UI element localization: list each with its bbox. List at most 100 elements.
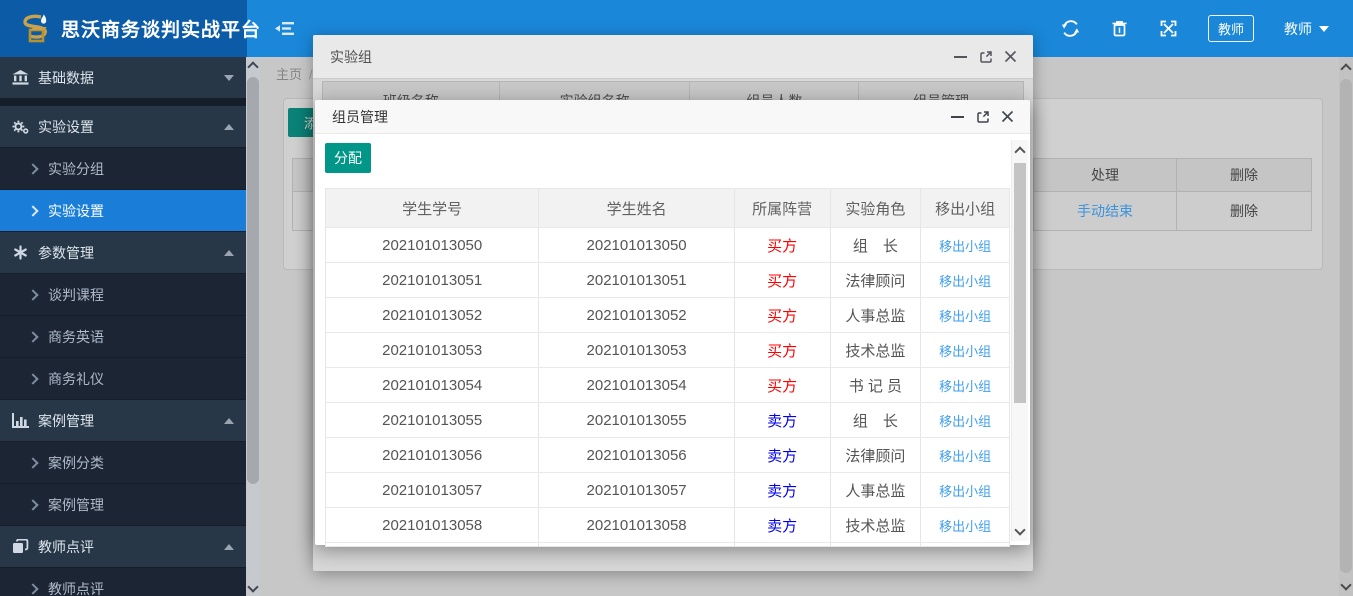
scroll-up-arrow[interactable] [1012, 142, 1028, 158]
sidebar-item-实验设置[interactable]: 实验设置 [0, 190, 246, 232]
chevron-down-icon [224, 75, 234, 81]
sidebar-item-谈判课程[interactable]: 谈判课程 [0, 274, 246, 316]
scroll-up-arrow[interactable] [246, 57, 260, 73]
student-name-cell: 202101013055 [538, 403, 733, 437]
sidebar-section-label: 实验设置 [38, 117, 94, 137]
sidebar-section-实验设置[interactable]: 实验设置 [0, 106, 246, 148]
column-header-5: 移出小组 [920, 189, 1009, 227]
sidebar-section-label: 参数管理 [38, 243, 94, 263]
student-name-cell: 202101013056 [538, 438, 733, 472]
user-dropdown[interactable]: 教师 [1284, 19, 1329, 39]
remove-from-group-link[interactable]: 移出小组 [939, 376, 991, 395]
remove-action-cell: 移出小组 [920, 228, 1009, 262]
remove-from-group-link[interactable]: 移出小组 [939, 271, 991, 290]
sidebar-section-label: 基础数据 [38, 68, 94, 88]
sidebar-item-教师点评[interactable]: 教师点评 [0, 568, 246, 596]
sidebar-section-基础数据[interactable]: 基础数据 [0, 57, 246, 99]
minimize-icon[interactable] [953, 49, 968, 64]
table-row: 202101013051202101013051买方法律顾问移出小组 [326, 262, 1009, 297]
sidebar-item-商务英语[interactable]: 商务英语 [0, 316, 246, 358]
role-badge[interactable]: 教师 [1208, 15, 1254, 42]
role-cell: 书 记 员 [830, 368, 921, 402]
sidebar-item-实验分组[interactable]: 实验分组 [0, 148, 246, 190]
scroll-up-arrow[interactable] [1339, 59, 1353, 75]
sidebar-item-商务礼仪[interactable]: 商务礼仪 [0, 358, 246, 400]
app-window: 思沃商务谈判实战平台 [0, 0, 1353, 596]
brand-logo-icon [17, 11, 53, 47]
page-scrollbar[interactable] [1339, 57, 1353, 596]
remove-action-cell: 移出小组 [920, 403, 1009, 437]
student-name-cell: 202101013054 [538, 368, 733, 402]
close-icon[interactable] [1000, 109, 1015, 124]
remove-from-group-link[interactable]: 移出小组 [939, 446, 991, 465]
camp-cell: 买方 [734, 333, 830, 367]
student-id-cell: 202101013054 [326, 368, 538, 402]
remove-from-group-link[interactable]: 移出小组 [939, 306, 991, 325]
camp-cell: 买方 [734, 228, 830, 262]
sidebar-section-教师点评[interactable]: 教师点评 [0, 526, 246, 568]
topbar-actions: 教师 教师 [1061, 0, 1329, 57]
scroll-down-arrow[interactable] [1012, 523, 1028, 539]
breadcrumb-home[interactable]: 主页 [276, 67, 302, 82]
scrollbar-thumb[interactable] [1340, 79, 1352, 573]
remove-from-group-link[interactable]: 移出小组 [939, 516, 991, 535]
remove-from-group-link[interactable]: 移出小组 [939, 236, 991, 255]
manual-end-link[interactable]: 手动结束 [1077, 201, 1133, 221]
chevron-right-icon [27, 373, 38, 384]
chevron-up-icon [224, 418, 234, 424]
chevron-right-icon [27, 289, 38, 300]
remove-from-group-link[interactable]: 移出小组 [939, 481, 991, 500]
chevron-up-icon [224, 250, 234, 256]
table-row: 202101013056202101013056卖方法律顾问移出小组 [326, 437, 1009, 472]
student-name-cell: 202101013051 [538, 263, 733, 297]
column-header-3: 所属阵营 [734, 189, 830, 227]
student-id-cell: 202101013050 [326, 228, 538, 262]
window-controls [950, 100, 1015, 133]
minimize-icon[interactable] [950, 109, 965, 124]
sidebar-scrollbar[interactable] [246, 57, 260, 596]
sidebar-item-label: 商务礼仪 [48, 369, 104, 389]
table-row: 202101013055202101013055卖方组 长移出小组 [326, 402, 1009, 437]
bank-icon [12, 70, 29, 85]
table-row: 202101013052202101013052买方人事总监移出小组 [326, 297, 1009, 332]
modal-scrollbar[interactable] [1011, 140, 1028, 541]
close-icon[interactable] [1003, 49, 1018, 64]
assign-button[interactable]: 分配 [325, 143, 371, 173]
sidebar-item-案例分类[interactable]: 案例分类 [0, 442, 246, 484]
student-name-cell: 202101013058 [538, 508, 733, 542]
sidebar-section-案例管理[interactable]: 案例管理 [0, 400, 246, 442]
trash-icon[interactable] [1110, 19, 1129, 38]
scroll-down-arrow[interactable] [1339, 578, 1353, 594]
refresh-icon[interactable] [1061, 19, 1080, 38]
delete-link[interactable]: 删除 [1176, 192, 1311, 230]
window-controls [953, 35, 1018, 78]
camp-cell: 卖方 [734, 473, 830, 507]
fullscreen-icon[interactable] [1159, 19, 1178, 38]
scroll-down-arrow[interactable] [246, 580, 260, 596]
chevron-right-icon [27, 205, 38, 216]
sidebar-item-label: 案例管理 [48, 495, 104, 515]
sidebar-collapse-icon[interactable] [274, 20, 296, 37]
asterisk-icon [12, 245, 29, 260]
remove-from-group-link[interactable]: 移出小组 [939, 341, 991, 360]
sidebar-item-label: 实验设置 [48, 201, 104, 221]
maximize-icon[interactable] [978, 49, 993, 64]
sidebar-section-label: 教师点评 [38, 537, 94, 557]
remove-action-cell: 移出小组 [920, 263, 1009, 297]
scrollbar-thumb[interactable] [247, 77, 259, 484]
role-cell: 组 长 [830, 403, 921, 437]
column-header-2: 学生姓名 [538, 189, 733, 227]
student-id-cell: 202101013057 [326, 473, 538, 507]
column-header-handle: 处理 [1033, 159, 1176, 191]
remove-from-group-link[interactable]: 移出小组 [939, 411, 991, 430]
camp-cell: 买方 [734, 368, 830, 402]
sidebar-nav: 基础数据实验设置实验分组实验设置参数管理谈判课程商务英语商务礼仪案例管理案例分类… [0, 57, 246, 596]
sidebar-section-参数管理[interactable]: 参数管理 [0, 232, 246, 274]
table-row-partial [326, 542, 1009, 547]
sidebar-item-案例管理[interactable]: 案例管理 [0, 484, 246, 526]
maximize-icon[interactable] [975, 109, 990, 124]
gears-icon [12, 119, 29, 134]
chevron-right-icon [27, 583, 38, 594]
scrollbar-thumb[interactable] [1014, 163, 1026, 403]
clone-icon [12, 539, 29, 554]
